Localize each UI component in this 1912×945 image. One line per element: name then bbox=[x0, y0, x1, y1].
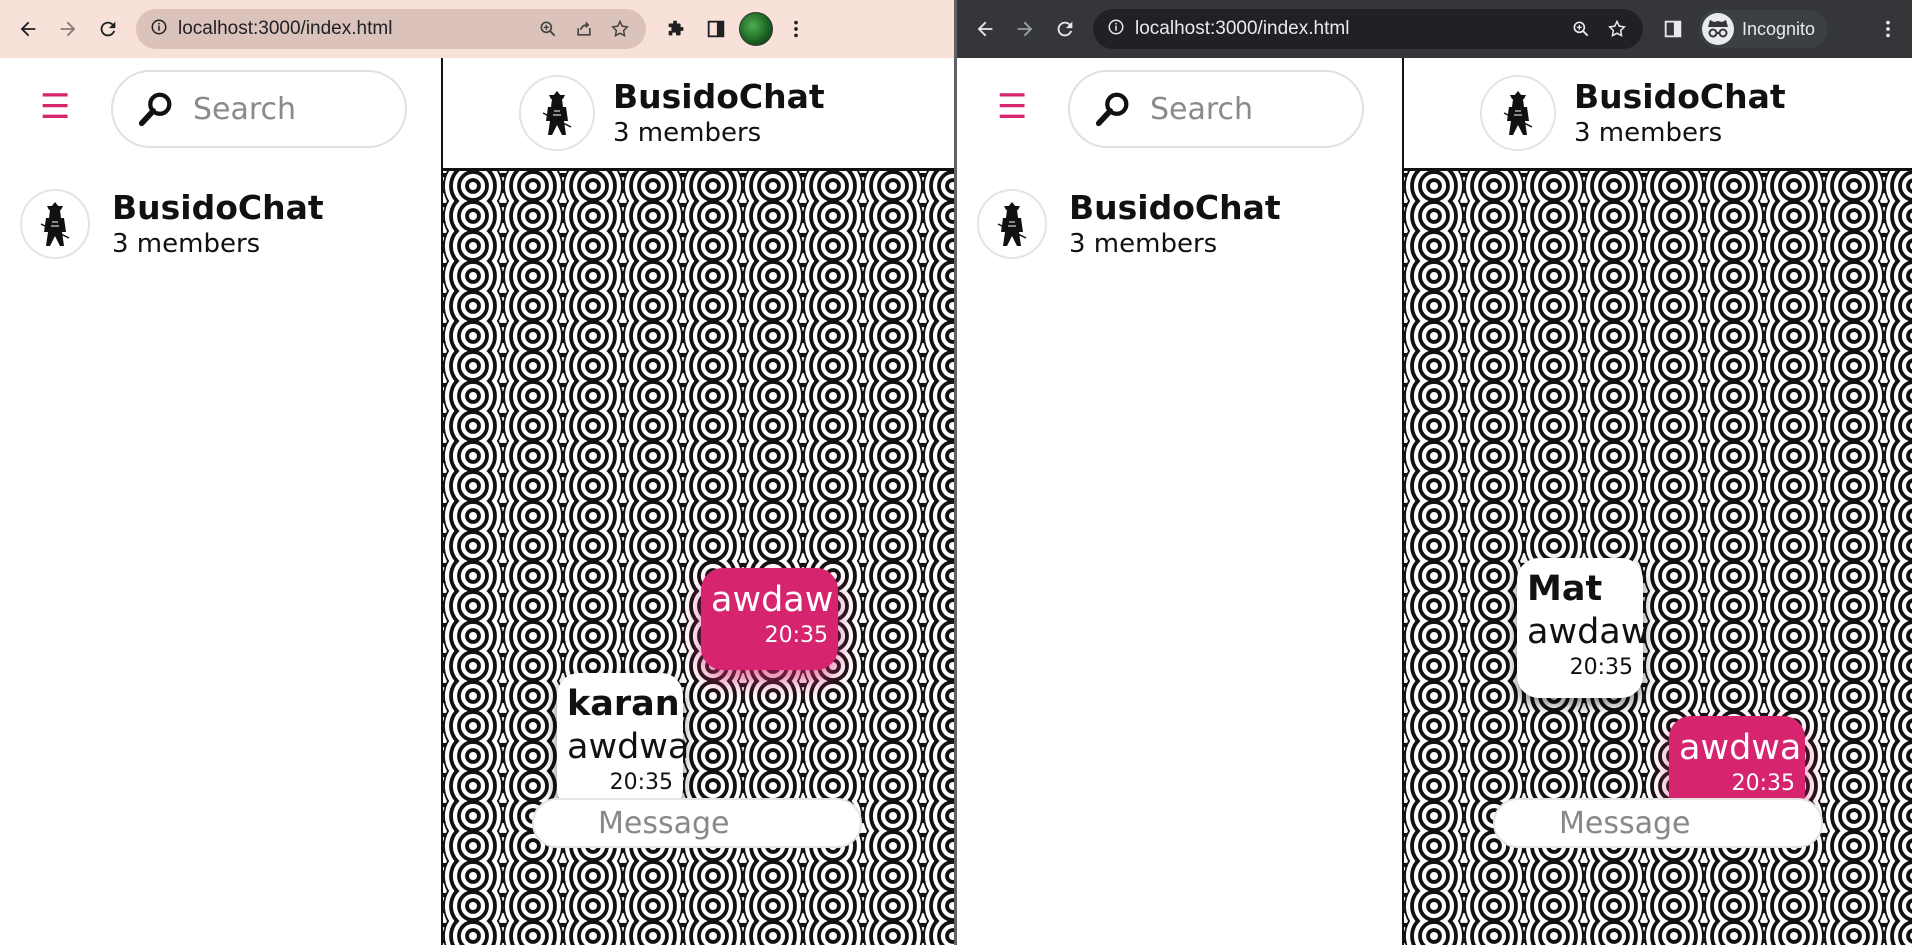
extensions-icon[interactable] bbox=[656, 9, 696, 49]
info-icon[interactable] bbox=[150, 18, 168, 40]
message-sender: Mat bbox=[1527, 569, 1603, 609]
profile-avatar[interactable] bbox=[736, 9, 776, 49]
samurai-avatar-icon bbox=[1480, 75, 1556, 151]
back-arrow-icon[interactable] bbox=[965, 9, 1005, 49]
chat-app: ☰ BusidoChat 3 members BusidoChat 3 memb… bbox=[0, 58, 954, 945]
chat-app: ☰ BusidoChat 3 members BusidoChat 3 memb… bbox=[957, 58, 1912, 945]
chat-header[interactable]: BusidoChat 3 members bbox=[443, 58, 954, 171]
reload-icon[interactable] bbox=[1045, 9, 1085, 49]
chat-list-item-name: BusidoChat bbox=[1069, 188, 1281, 227]
more-menu-icon[interactable] bbox=[776, 9, 816, 49]
incognito-icon bbox=[1702, 13, 1734, 45]
message-text: awdaw bbox=[711, 580, 834, 620]
samurai-avatar-icon bbox=[20, 189, 90, 259]
side-panel-icon[interactable] bbox=[1653, 9, 1693, 49]
chat-list-item[interactable]: BusidoChat 3 members bbox=[977, 188, 1281, 260]
chat-list-item-members: 3 members bbox=[112, 229, 261, 259]
address-bar[interactable]: localhost:3000/index.html bbox=[136, 9, 646, 49]
chat-sidebar: ☰ BusidoChat 3 members bbox=[0, 58, 443, 945]
samurai-avatar-icon bbox=[519, 75, 595, 151]
message-time: 20:35 bbox=[764, 623, 828, 648]
browser-window-incognito: localhost:3000/index.html Incognito ☰ Se… bbox=[957, 0, 1912, 945]
message-text: awdaw bbox=[1527, 612, 1650, 652]
url-text[interactable]: localhost:3000/index.html bbox=[1135, 18, 1563, 40]
address-bar[interactable]: localhost:3000/index.html bbox=[1093, 9, 1643, 49]
info-icon[interactable] bbox=[1107, 18, 1125, 40]
browser-toolbar: localhost:3000/index.html bbox=[0, 0, 954, 58]
incognito-label: Incognito bbox=[1742, 18, 1816, 39]
message-input-box[interactable] bbox=[1493, 798, 1823, 848]
forward-arrow-icon[interactable] bbox=[48, 9, 88, 49]
chat-sidebar: ☰ BusidoChat 3 members bbox=[957, 58, 1404, 945]
message-time: 20:35 bbox=[609, 770, 673, 795]
chat-list-item[interactable]: BusidoChat 3 members bbox=[20, 188, 324, 260]
message-input-box[interactable] bbox=[532, 798, 862, 848]
chat-members-count: 3 members bbox=[1574, 118, 1723, 148]
chat-pane: BusidoChat 3 members awdaw 20:35 karan a… bbox=[443, 58, 954, 945]
message-time: 20:35 bbox=[1731, 771, 1795, 796]
more-menu-icon[interactable] bbox=[1868, 9, 1908, 49]
message-text: awdwa bbox=[567, 727, 690, 767]
zoom-icon[interactable] bbox=[530, 11, 566, 47]
url-text[interactable]: localhost:3000/index.html bbox=[178, 18, 530, 40]
incoming-message-bubble[interactable]: karan awdwa 20:35 bbox=[557, 673, 690, 811]
chat-header[interactable]: BusidoChat 3 members bbox=[1404, 58, 1912, 171]
incoming-message-bubble[interactable]: Mat awdaw 20:35 bbox=[1517, 558, 1650, 698]
star-icon[interactable] bbox=[602, 11, 638, 47]
back-arrow-icon[interactable] bbox=[8, 9, 48, 49]
message-input[interactable] bbox=[1557, 804, 1801, 842]
search-icon bbox=[138, 92, 172, 127]
search-input[interactable] bbox=[1148, 90, 1352, 128]
chat-list-item-members: 3 members bbox=[1069, 229, 1218, 259]
search-input[interactable] bbox=[191, 90, 395, 128]
chat-title: BusidoChat bbox=[613, 77, 825, 116]
browser-window-main: localhost:3000/index.html ☰ Search Busid… bbox=[0, 0, 954, 945]
star-icon[interactable] bbox=[1599, 11, 1635, 47]
share-icon[interactable] bbox=[566, 11, 602, 47]
message-input[interactable] bbox=[596, 804, 840, 842]
outgoing-message-bubble[interactable]: awdaw 20:35 bbox=[701, 568, 838, 670]
message-sender: karan bbox=[567, 684, 680, 724]
chat-pane: BusidoChat 3 members Mat awdaw 20:35 awd… bbox=[1404, 58, 1912, 945]
forward-arrow-icon[interactable] bbox=[1005, 9, 1045, 49]
hamburger-menu-icon[interactable]: ☰ bbox=[40, 90, 70, 124]
search-box[interactable] bbox=[111, 70, 407, 148]
chat-members-count: 3 members bbox=[613, 118, 762, 148]
side-panel-icon[interactable] bbox=[696, 9, 736, 49]
zoom-icon[interactable] bbox=[1563, 11, 1599, 47]
search-icon bbox=[1095, 92, 1129, 127]
chat-title: BusidoChat bbox=[1574, 77, 1786, 116]
search-box[interactable] bbox=[1068, 70, 1364, 148]
samurai-avatar-icon bbox=[977, 189, 1047, 259]
reload-icon[interactable] bbox=[88, 9, 128, 49]
message-text: awdwa bbox=[1679, 728, 1802, 768]
chat-list-item-name: BusidoChat bbox=[112, 188, 324, 227]
message-time: 20:35 bbox=[1569, 655, 1633, 680]
browser-toolbar: localhost:3000/index.html Incognito bbox=[957, 0, 1912, 58]
incognito-indicator[interactable]: Incognito bbox=[1699, 10, 1828, 48]
hamburger-menu-icon[interactable]: ☰ bbox=[997, 90, 1027, 124]
